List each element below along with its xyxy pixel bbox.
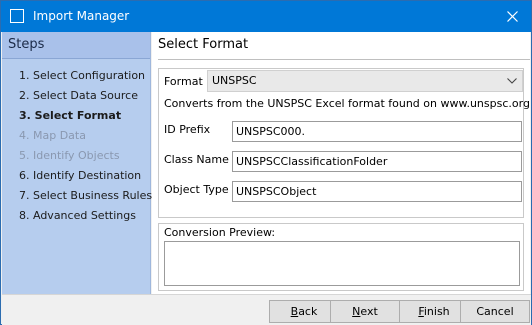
step-select-format[interactable]: 3. Select Format bbox=[19, 109, 121, 122]
import-manager-window: Import Manager Steps 1. Select Configura… bbox=[0, 0, 532, 325]
format-select-value: UNSPSC bbox=[212, 74, 257, 87]
step-select-business-rules[interactable]: 7. Select Business Rules bbox=[19, 189, 152, 202]
cancel-button[interactable]: Cancel bbox=[460, 300, 530, 323]
app-window-icon bbox=[10, 9, 24, 23]
step-select-configuration[interactable]: 1. Select Configuration bbox=[19, 69, 145, 82]
format-select[interactable]: UNSPSC bbox=[207, 70, 523, 92]
next-label: ext bbox=[360, 305, 378, 318]
steps-divider bbox=[2, 58, 150, 59]
back-label: ack bbox=[298, 305, 318, 318]
window-title: Import Manager bbox=[33, 9, 130, 23]
conversion-preview-label: Conversion Preview: bbox=[164, 226, 276, 239]
close-button[interactable] bbox=[493, 1, 531, 32]
conversion-preview-area[interactable] bbox=[164, 241, 520, 286]
step-advanced-settings[interactable]: 8. Advanced Settings bbox=[19, 209, 136, 222]
title-divider bbox=[158, 59, 530, 60]
format-description: Converts from the UNSPSC Excel format fo… bbox=[164, 97, 530, 110]
step-identify-destination[interactable]: 6. Identify Destination bbox=[19, 169, 141, 182]
conversion-preview-group: Conversion Preview: bbox=[158, 223, 524, 291]
button-bar: Back Next Finish Cancel bbox=[2, 294, 531, 325]
finish-button[interactable]: Finish bbox=[399, 300, 469, 323]
finish-label: inish bbox=[423, 305, 450, 318]
page-title: Select Format bbox=[158, 37, 249, 52]
step-select-data-source[interactable]: 2. Select Data Source bbox=[19, 89, 138, 102]
title-bar[interactable]: Import Manager bbox=[1, 1, 531, 32]
id-prefix-label: ID Prefix bbox=[164, 123, 211, 136]
steps-title: Steps bbox=[8, 37, 45, 52]
class-name-input[interactable] bbox=[232, 151, 522, 172]
format-group: Format UNSPSC Converts from the UNSPSC E… bbox=[158, 68, 530, 218]
format-label: Format bbox=[164, 75, 203, 88]
class-name-label: Class Name bbox=[164, 153, 229, 166]
close-icon bbox=[507, 11, 518, 22]
object-type-label: Object Type bbox=[164, 183, 229, 196]
chevron-down-icon bbox=[507, 78, 517, 84]
back-button[interactable]: Back bbox=[269, 300, 339, 323]
object-type-input[interactable] bbox=[232, 181, 522, 202]
step-map-data: 4. Map Data bbox=[19, 129, 86, 142]
step-identify-objects: 5. Identify Objects bbox=[19, 149, 120, 162]
steps-header: Steps bbox=[2, 32, 150, 58]
steps-panel: Steps 1. Select Configuration 2. Select … bbox=[2, 32, 152, 294]
next-button[interactable]: Next bbox=[330, 300, 400, 323]
main-panel: Select Format Format UNSPSC Converts fro… bbox=[152, 32, 530, 294]
id-prefix-input[interactable] bbox=[232, 121, 522, 142]
